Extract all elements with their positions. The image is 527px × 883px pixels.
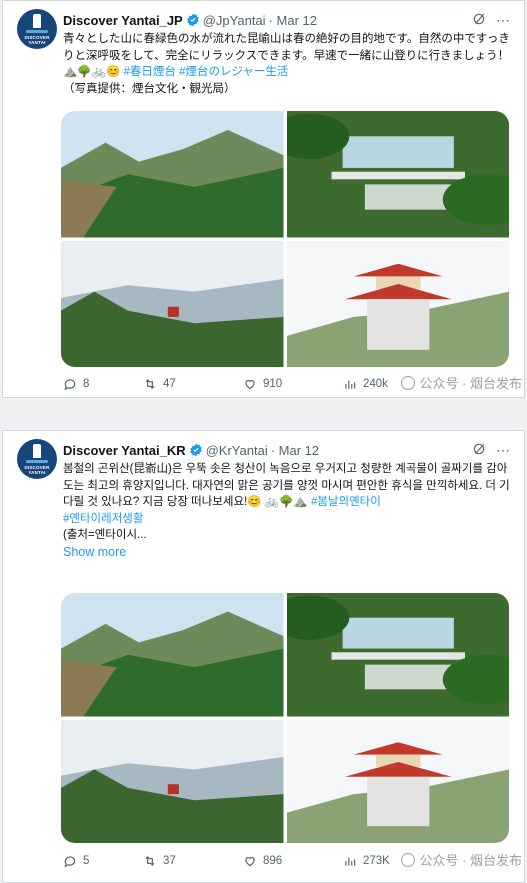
- lighthouse-icon: [33, 443, 41, 458]
- like-count: 910: [263, 378, 283, 390]
- avatar[interactable]: DISCOVER YANTAI: [17, 439, 57, 479]
- watermark: 公众号 · 烟台发布: [401, 373, 522, 392]
- photo-stream-bridge[interactable]: [286, 111, 509, 238]
- account-name[interactable]: Discover Yantai_KR: [63, 443, 186, 458]
- wave-icon: [26, 459, 48, 463]
- hashtag-link[interactable]: #봄날의옌타이: [311, 496, 381, 508]
- hashtag-link[interactable]: #煙台のレジャー生活: [176, 66, 288, 78]
- retweet-button[interactable]: 47: [143, 377, 243, 391]
- reply-count: 8: [83, 378, 90, 390]
- retweet-button[interactable]: 37: [143, 854, 243, 868]
- tweet-header: Discover Yantai_JP @JpYantai · Mar 12 ⋯: [63, 11, 510, 29]
- reply-button[interactable]: 8: [63, 377, 143, 391]
- verified-badge-icon: [189, 443, 202, 457]
- views-icon: [345, 857, 356, 866]
- tweet-card-jp[interactable]: DISCOVER YANTAI Discover Yantai_JP @JpYa…: [2, 0, 525, 398]
- like-button[interactable]: 896: [243, 854, 343, 868]
- watermark: 公众号 · 烟台发布: [401, 850, 522, 869]
- avatar[interactable]: DISCOVER YANTAI: [17, 9, 57, 49]
- photo-red-pavilion[interactable]: [286, 719, 509, 843]
- lighthouse-icon: [33, 13, 41, 28]
- tweet-text: 봄철의 곤위산(昆嵛山)은 우뚝 솟은 청산이 녹음으로 우거지고 청량한 계곡…: [63, 461, 514, 561]
- more-icon[interactable]: ⋯: [496, 12, 510, 29]
- like-icon: [245, 857, 255, 867]
- hashtag-link[interactable]: #春日煙台: [123, 66, 175, 78]
- photo-stream-bridge[interactable]: [286, 593, 509, 717]
- wechat-icon: [401, 375, 416, 390]
- tweet-text: 青々とした山に春緑色の水が流れた昆崳山は春の絶好の目的地です。自然の中ですっきり…: [63, 31, 514, 97]
- grok-icon[interactable]: [472, 442, 486, 456]
- reply-button[interactable]: 5: [63, 854, 143, 868]
- account-handle[interactable]: @KrYantai: [206, 443, 268, 458]
- watermark-text: 公众号 · 烟台发布: [419, 853, 522, 868]
- verified-badge-icon: [186, 13, 199, 27]
- photo-mountain-valley[interactable]: [61, 593, 284, 717]
- grok-icon[interactable]: [472, 12, 486, 26]
- reply-icon: [64, 379, 76, 391]
- photo-mountain-valley[interactable]: [61, 111, 284, 238]
- more-icon[interactable]: ⋯: [496, 442, 510, 459]
- like-button[interactable]: 910: [243, 377, 343, 391]
- avatar-logo-text: DISCOVER YANTAI: [24, 464, 50, 475]
- tweet-date[interactable]: · Mar 12: [269, 13, 317, 28]
- tweet-photo-credit: (출처=옌타이시...: [63, 529, 147, 541]
- views-button[interactable]: 273K: [343, 854, 390, 868]
- reply-icon: [64, 856, 76, 868]
- photo-ridge-pavilion[interactable]: [61, 719, 284, 843]
- views-count: 240k: [363, 378, 388, 390]
- hashtag-link[interactable]: #옌타이레저생활: [63, 513, 143, 525]
- tweet-header: Discover Yantai_KR @KrYantai · Mar 12 ⋯: [63, 441, 510, 459]
- retweet-count: 47: [163, 378, 176, 390]
- like-icon: [245, 380, 255, 390]
- wave-icon: [26, 29, 48, 33]
- account-name[interactable]: Discover Yantai_JP: [63, 13, 183, 28]
- photo-ridge-pavilion[interactable]: [61, 240, 284, 367]
- tweet-card-kr[interactable]: DISCOVER YANTAI Discover Yantai_KR @KrYa…: [2, 430, 525, 883]
- wechat-icon: [401, 852, 416, 867]
- retweet-icon: [145, 856, 155, 866]
- tweet-text-main: 봄철의 곤위산(昆嵛山)은 우뚝 솟은 청산이 녹음으로 우거지고 청량한 계곡…: [63, 463, 510, 508]
- tweet-photo-credit: （写真提供：煙台文化・観光局）: [63, 82, 236, 95]
- account-handle[interactable]: @JpYantai: [203, 13, 266, 28]
- like-count: 896: [263, 855, 283, 867]
- views-count: 273K: [363, 855, 390, 867]
- watermark-text: 公众号 · 烟台发布: [419, 376, 522, 391]
- reply-count: 5: [83, 855, 90, 867]
- media-grid: [61, 593, 509, 843]
- retweet-icon: [145, 379, 155, 389]
- views-button[interactable]: 240k: [343, 377, 388, 391]
- photo-red-pavilion[interactable]: [286, 240, 509, 367]
- show-more-link[interactable]: Show more: [63, 545, 126, 559]
- tweet-date[interactable]: · Mar 12: [271, 443, 319, 458]
- media-grid: [61, 111, 509, 367]
- views-icon: [345, 380, 356, 389]
- avatar-logo-text: DISCOVER YANTAI: [24, 34, 50, 45]
- retweet-count: 37: [163, 855, 176, 867]
